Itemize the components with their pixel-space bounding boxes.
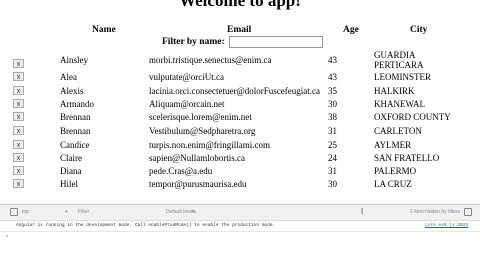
cell-age: 30: [328, 179, 337, 189]
chevron-down-icon: ▾: [65, 209, 68, 215]
cell-email: vulputate@orciUt.ca: [149, 72, 225, 82]
header-name: Name: [92, 25, 116, 35]
devtools-console: top ▾ Filter Default levels ▾ I 1 item h…: [0, 204, 480, 271]
cell-age: 31: [328, 126, 337, 136]
cell-name: Armando: [60, 99, 94, 109]
chevron-down-icon: ▾: [192, 209, 195, 215]
cell-city: SAN FRATELLO: [374, 153, 440, 163]
cell-city: AYLMER: [374, 140, 412, 150]
cell-email: pede.Cras@a.edu: [149, 166, 213, 176]
cell-name: Diana: [60, 166, 82, 176]
console-message: Angular is running in the development mo…: [0, 221, 480, 232]
console-filter-input[interactable]: Filter: [78, 209, 89, 215]
cell-email: scelerisque.lorem@enim.net: [149, 112, 252, 122]
prompt-chevron-icon: ›: [6, 234, 8, 240]
console-settings-icon[interactable]: [464, 208, 472, 216]
cell-email: tempor@purusmaurisa.edu: [149, 179, 247, 189]
cell-email: morbi.tristique.senectus@enim.ca: [149, 55, 272, 65]
cell-city: PALERMO: [374, 166, 417, 176]
cell-age: 38: [328, 112, 337, 122]
cell-city: LEOMINSTER: [374, 72, 431, 82]
header-age: Age: [343, 25, 359, 35]
cell-age: 43: [328, 55, 337, 65]
delete-button[interactable]: x: [13, 112, 24, 121]
console-message-source[interactable]: core.es5.js:3025: [425, 223, 468, 228]
context-select[interactable]: top: [22, 209, 29, 215]
delete-button[interactable]: x: [13, 179, 24, 188]
cell-name: Alexis: [60, 86, 84, 96]
delete-button[interactable]: x: [13, 99, 24, 108]
cell-city-line1: GUARDIA: [374, 50, 416, 60]
name-filter: Filter by name:: [162, 36, 323, 48]
cell-name: Ainsley: [60, 55, 88, 65]
cell-name: Brennan: [60, 126, 91, 136]
text-cursor-icon: I: [361, 207, 364, 216]
cell-email: sapien@Nullamlobortis.ca: [149, 153, 246, 163]
table-row: x Ainsley morbi.tristique.senectus@enim.…: [0, 50, 480, 74]
cell-city: LA CRUZ: [374, 179, 412, 189]
hidden-items-count: 1 item hidden by filters: [410, 209, 461, 215]
clear-console-icon[interactable]: [10, 208, 18, 216]
delete-button[interactable]: x: [13, 86, 24, 95]
cell-age: 30: [328, 99, 337, 109]
cell-city: KHANEWAL: [374, 99, 425, 109]
cell-name: Claire: [60, 153, 82, 163]
cell-city: HALKIRK: [374, 86, 415, 96]
cell-email: Aliquam@orcain.net: [149, 99, 225, 109]
cell-age: 31: [328, 166, 337, 176]
header-email: Email: [227, 25, 252, 35]
cell-age: 35: [328, 86, 337, 96]
cell-city: CARLETON: [374, 126, 422, 136]
console-message-text: Angular is running in the development mo…: [16, 223, 276, 228]
delete-button[interactable]: x: [13, 166, 24, 175]
name-filter-input[interactable]: [228, 36, 323, 48]
cell-name: Alea: [60, 72, 77, 82]
cell-age: 24: [328, 153, 337, 163]
page-title: Welcome to app!: [179, 0, 301, 10]
cell-city-line2: PERTICARA: [374, 60, 424, 70]
console-prompt[interactable]: ›: [0, 232, 480, 271]
cell-name: Hilel: [60, 179, 78, 189]
console-toolbar: top ▾ Filter Default levels ▾ I 1 item h…: [0, 205, 480, 221]
delete-button[interactable]: x: [13, 140, 24, 149]
cell-email: Vestibulum@Sedpharetra.org: [149, 126, 256, 136]
header-city: City: [410, 25, 428, 35]
cell-name: Brennan: [60, 112, 91, 122]
filter-label: Filter by name:: [162, 37, 225, 47]
cell-email: turpis.non.enim@fringillami.com: [149, 140, 271, 150]
cell-age: 43: [328, 72, 337, 82]
cell-email: lacinia.orci.consectetuer@dolorFuscefeug…: [149, 86, 320, 96]
delete-button[interactable]: x: [13, 153, 24, 162]
cell-city: OXFORD COUNTY: [374, 112, 451, 122]
cell-age: 25: [328, 140, 337, 150]
cell-name: Candice: [60, 140, 90, 150]
delete-button[interactable]: x: [13, 126, 24, 135]
delete-button[interactable]: x: [13, 59, 24, 68]
delete-button[interactable]: x: [13, 72, 24, 81]
